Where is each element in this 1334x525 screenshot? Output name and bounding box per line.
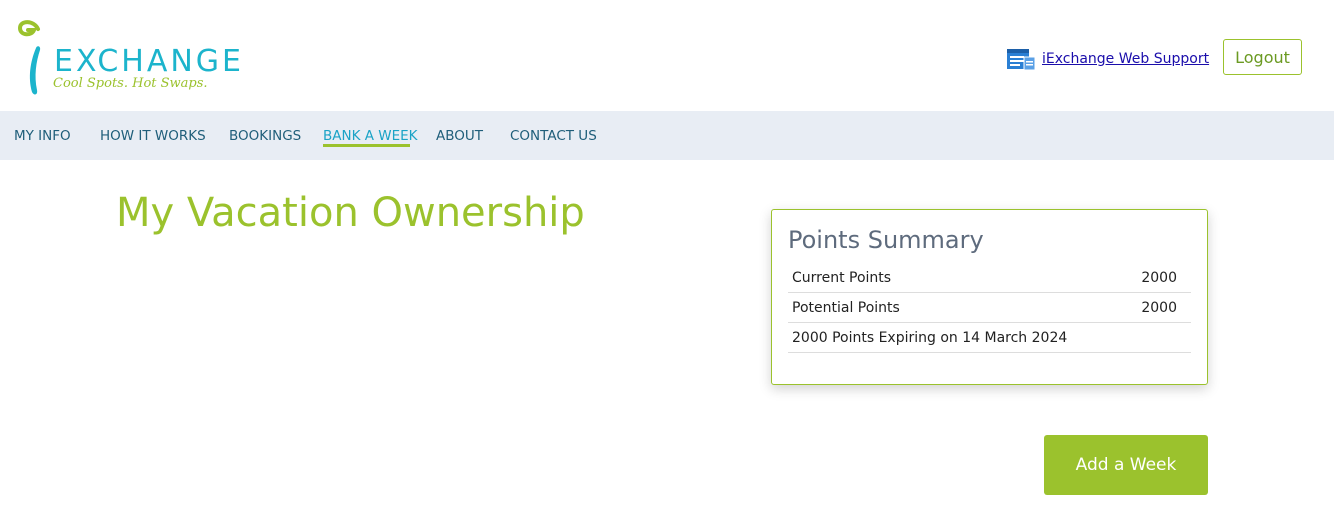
iexchange-logo[interactable]: EXCHANGE Cool Spots. Hot Swaps. [16, 16, 246, 98]
potential-points-value: 2000 [1141, 300, 1177, 316]
points-summary-title: Points Summary [788, 226, 984, 254]
logout-button[interactable]: Logout [1223, 39, 1302, 75]
logo-wordmark: EXCHANGE [54, 44, 244, 79]
nav-contact-us[interactable]: CONTACT US [510, 128, 597, 144]
nav-how-it-works[interactable]: HOW IT WORKS [100, 128, 206, 144]
current-points-row: Current Points 2000 [788, 264, 1191, 293]
current-points-label: Current Points [792, 270, 892, 286]
nav-about[interactable]: ABOUT [436, 128, 483, 144]
nav-bank-a-week[interactable]: BANK A WEEK [323, 128, 418, 144]
web-support-link[interactable]: iExchange Web Support [1042, 51, 1209, 67]
logo-i-icon [17, 20, 41, 95]
support-document-icon [1007, 49, 1036, 71]
points-expiring-row: 2000 Points Expiring on 14 March 2024 [788, 324, 1191, 353]
main-nav: MY INFO HOW IT WORKS BOOKINGS BANK A WEE… [0, 111, 1334, 160]
add-a-week-button[interactable]: Add a Week [1044, 435, 1208, 495]
potential-points-row: Potential Points 2000 [788, 294, 1191, 323]
site-header: EXCHANGE Cool Spots. Hot Swaps. iExchang… [0, 0, 1334, 111]
page-title: My Vacation Ownership [116, 190, 585, 236]
points-expiring-text: 2000 Points Expiring on 14 March 2024 [792, 330, 1068, 346]
nav-my-info[interactable]: MY INFO [14, 128, 71, 144]
points-summary-card: Points Summary Current Points 2000 Poten… [771, 209, 1208, 385]
active-nav-indicator [323, 144, 410, 147]
current-points-value: 2000 [1141, 270, 1177, 286]
web-support[interactable]: iExchange Web Support [1006, 47, 1209, 71]
nav-bookings[interactable]: BOOKINGS [229, 128, 301, 144]
logo-tagline: Cool Spots. Hot Swaps. [53, 76, 208, 91]
potential-points-label: Potential Points [792, 300, 900, 316]
